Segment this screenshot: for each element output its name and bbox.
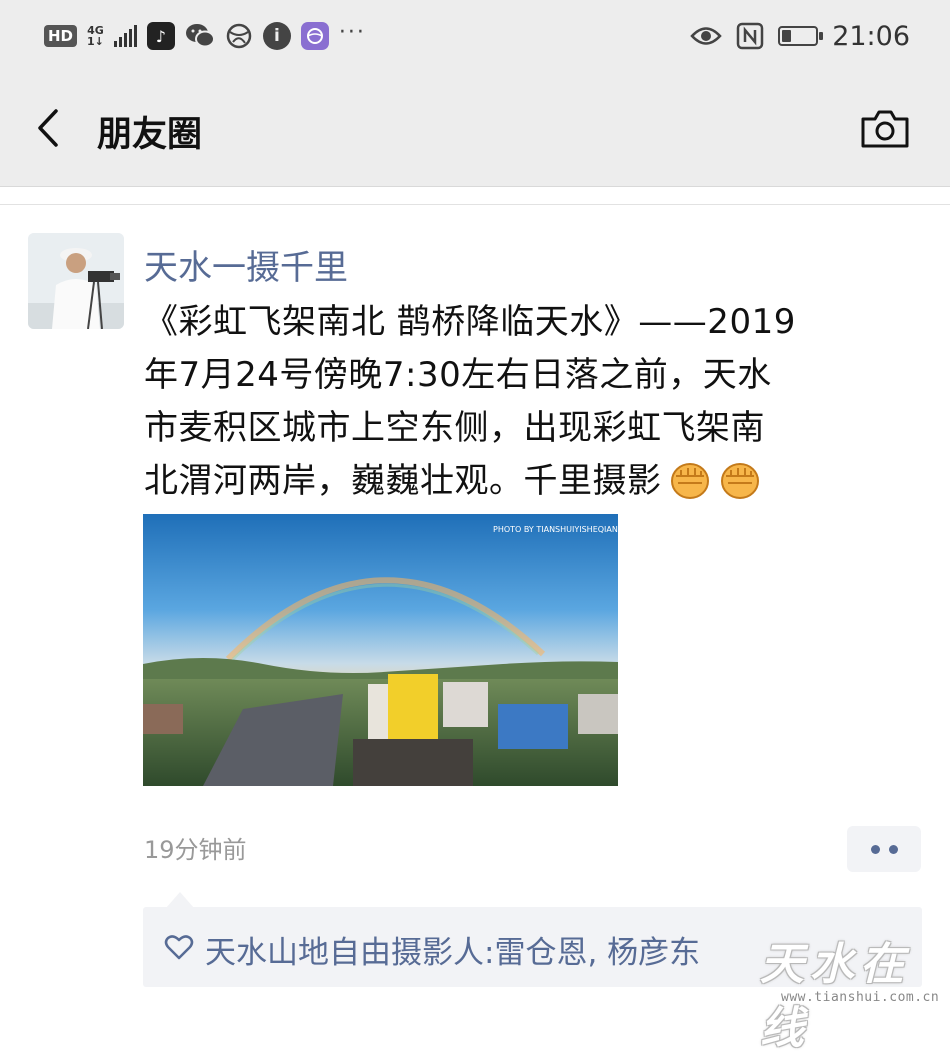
chevron-left-icon[interactable] [30,108,70,148]
heart-icon [164,932,194,962]
camera-icon[interactable] [860,109,910,149]
likes-arrow [166,892,194,908]
divider [0,204,950,205]
tiktok-icon: ♪ [146,22,175,50]
avatar[interactable] [28,233,124,329]
fist-emoji-icon [718,458,762,500]
browser-icon [225,22,253,50]
post-photo[interactable]: PHOTO BY TIANSHUIYISHEQIANLI [143,514,618,786]
status-right: 21:06 [690,20,910,52]
status-bar: HD 4G 1↓ ♪ i ··· 21:06 [0,0,950,72]
post-author[interactable]: 天水一摄千里 [144,240,348,289]
eye-icon [690,25,722,47]
photo-watermark: PHOTO BY TIANSHUIYISHEQIANLI [493,525,618,534]
more-button[interactable] [847,826,921,872]
battery-level [782,30,792,42]
likes-names[interactable]: 天水山地自由摄影人:雷仓恩, 杨彦东 [205,927,700,972]
more-dot-icon [870,844,880,854]
more-notifications-icon: ··· [338,19,366,45]
signal-icon [113,25,137,47]
hd-icon: HD [44,25,78,47]
watermark-url: www.tianshui.com.cn [781,990,940,1005]
post-text-line: 年7月24号傍晚7:30左右日落之前，天水 [144,355,772,395]
more-dot-icon [888,844,898,854]
post-text-line: 《彩虹飞架南北 鹊桥降临天水》——2019 [144,302,796,342]
post-text-line: 北渭河两岸，巍巍壮观。千里摄影 [144,461,662,501]
network-type: 4G 1↓ [87,25,104,47]
status-time: 21:06 [832,20,910,52]
page-title: 朋友圈 [97,115,203,155]
status-left: HD 4G 1↓ ♪ i ··· [44,20,366,52]
wechat-icon [185,22,215,50]
post-text-line-last: 北渭河两岸，巍巍壮观。千里摄影 [144,455,904,508]
post-text-line: 市麦积区城市上空东侧，出现彩虹飞架南 [144,408,765,448]
nav-bar: 朋友圈 [0,72,950,187]
nfc-icon [736,22,764,50]
battery-icon [778,26,824,46]
info-icon: i [262,22,291,50]
network-activity: 1↓ [87,35,104,48]
app-icon [300,22,329,50]
post-timestamp: 19分钟前 [144,836,247,864]
fist-emoji-icon [668,458,712,500]
post-text: 《彩虹飞架南北 鹊桥降临天水》——2019 年7月24号傍晚7:30左右日落之前… [144,296,904,508]
